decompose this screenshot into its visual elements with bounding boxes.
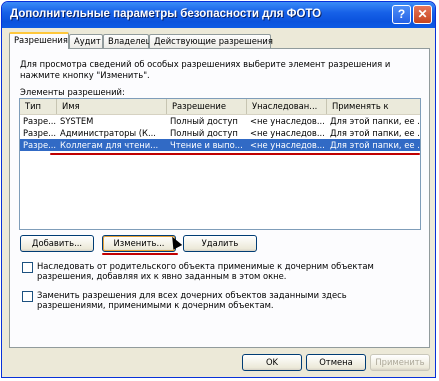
delete-button[interactable]: Удалить [183,235,257,252]
replace-checkbox-label[interactable]: Заменить разрешения для всех дочерних об… [37,290,417,310]
cell-inherited: <не унаследов... [250,140,325,150]
table-row[interactable]: Разре... Администраторы (К... Полный дос… [20,127,420,139]
column-apply-to[interactable]: Применять к [327,99,420,114]
cell-inherited: <не унаследов... [250,128,325,138]
column-permission[interactable]: Разрешение [167,99,247,114]
table-row[interactable]: Разре... SYSTEM Полный доступ <не унасле… [20,115,420,127]
cell-permission: Полный доступ [170,128,238,138]
apply-button[interactable]: Применить [370,354,430,371]
tab-effective-permissions[interactable]: Действующие разрешения [149,34,273,48]
tab-owner[interactable]: Владелец [103,34,151,48]
tab-permissions[interactable]: Разрешения [9,32,69,49]
cell-name: SYSTEM [60,116,94,126]
edit-button[interactable]: Изменить... [102,235,176,252]
help-button[interactable]: ? [392,5,411,24]
column-name[interactable]: Имя [57,99,167,114]
cell-permission: Чтение и выпо... [170,140,243,150]
add-button[interactable]: Добавить... [20,235,94,252]
column-inherited[interactable]: Унаследован... [247,99,327,114]
tab-panel: Для просмотра сведений об особых разреше… [9,48,430,348]
list-header: Тип Имя Разрешение Унаследован... Примен… [20,99,420,115]
description-text: Для просмотра сведений об особых разреше… [20,59,391,80]
ok-button[interactable]: OK [242,354,302,371]
permission-entries-list[interactable]: Тип Имя Разрешение Унаследован... Примен… [19,98,421,230]
edit-underline [102,253,178,255]
cell-name: Администраторы (К... [60,128,156,138]
tab-audit[interactable]: Аудит [69,34,103,48]
table-row-selected[interactable]: Разре... Коллегам для чтени... Чтение и … [20,139,420,151]
replace-checkbox[interactable] [22,291,33,302]
window-title: Дополнительные параметры безопасности дл… [10,8,322,20]
column-type[interactable]: Тип [20,99,57,114]
dialog-window: Дополнительные параметры безопасности дл… [1,1,436,378]
cell-inherited: <не унаследов... [250,116,325,126]
cancel-button[interactable]: Отмена [306,354,366,371]
cell-apply-to: Для этой папки, ее ... [330,116,421,126]
cell-type: Разре... [23,128,57,138]
cell-type: Разре... [23,140,57,150]
close-button[interactable]: ✕ [413,5,432,24]
permission-entries-label: Элементы разрешений: [20,87,125,97]
cell-apply-to: Для этой папки, ее ... [330,128,421,138]
cell-type: Разре... [23,116,57,126]
cell-permission: Полный доступ [170,116,238,126]
cell-name: Коллегам для чтени... [60,140,159,150]
inherit-checkbox-label[interactable]: Наследовать от родительского объекта при… [37,261,417,281]
highlight-underline [50,153,420,155]
inherit-checkbox[interactable] [22,262,33,273]
cell-apply-to: Для этой папки, ее ... [330,140,421,150]
title-bar[interactable]: Дополнительные параметры безопасности дл… [2,2,435,28]
